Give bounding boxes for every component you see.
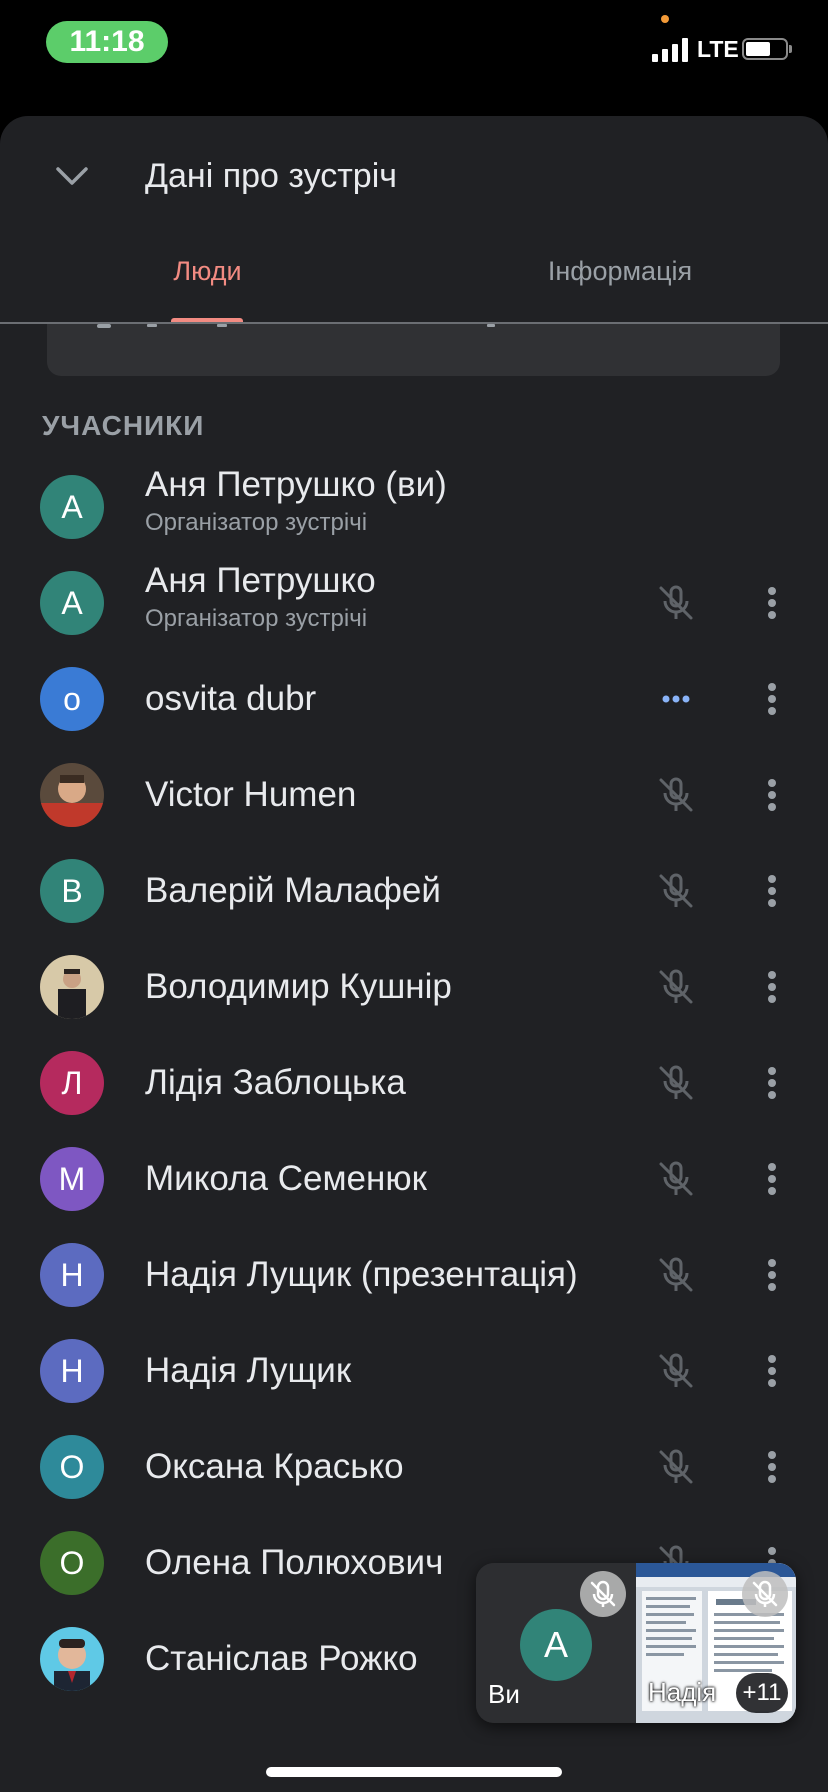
more-vert-icon[interactable] [748,579,796,627]
more-vert-icon[interactable] [748,1251,796,1299]
meeting-details-sheet: Дані про зустріч Люди Інформація УЧАСНИК… [0,116,828,1792]
more-vert-icon[interactable] [748,963,796,1011]
sheet-title: Дані про зустріч [145,157,397,195]
avatar: О [40,1531,104,1595]
participant-row[interactable]: Н Надія Лущик [0,1323,828,1419]
more-vert-icon[interactable] [748,867,796,915]
pip-presenter-label: Надія [648,1677,717,1707]
participant-name: Микола Семенюк [145,1159,427,1198]
more-vert-icon[interactable] [748,1059,796,1107]
avatar: Л [40,1051,104,1115]
more-vert-icon[interactable] [748,771,796,819]
pip-self-label: Ви [488,1679,520,1709]
pip-presenter-tile[interactable]: Надія +11 [636,1563,796,1723]
avatar: О [40,1435,104,1499]
participants-section-label: УЧАСНИКИ [42,410,205,441]
avatar: А [40,475,104,539]
status-time: 11:18 [46,21,168,63]
chevron-down-icon [56,167,88,185]
more-vert-icon[interactable] [748,1347,796,1395]
picture-in-picture[interactable]: A Ви Надія +11 [476,1563,796,1723]
mic-off-icon [652,771,700,819]
participant-row[interactable]: В Валерій Малафей [0,843,828,939]
participant-name: osvita dubr [145,679,317,718]
participant-name: Олена Полюхович [145,1543,444,1582]
avatar: Н [40,1243,104,1307]
participant-name: Володимир Кушнір [145,967,452,1006]
battery-icon [742,38,792,60]
search-field[interactable] [47,324,780,376]
participant-role: Організатор зустрічі [145,605,368,632]
participant-name: Аня Петрушко [145,561,376,600]
participant-row[interactable]: o osvita dubr [0,651,828,747]
mic-off-icon [652,1155,700,1203]
participant-row[interactable]: Н Надія Лущик (презентація) [0,1227,828,1323]
participant-row[interactable]: Володимир Кушнір [0,939,828,1035]
participant-name: Надія Лущик [145,1351,352,1390]
mic-off-icon [652,867,700,915]
mic-off-icon [580,1571,626,1617]
mic-off-icon [652,963,700,1011]
avatar: М [40,1147,104,1211]
speaking-dots-icon [652,675,700,723]
recording-indicator-icon [661,15,669,23]
participant-role: Організатор зустрічі [145,509,368,536]
mic-off-icon [652,1347,700,1395]
network-type-label: LTE [697,36,739,62]
participant-name: Станіслав Рожко [145,1639,418,1678]
participant-row[interactable]: О Оксана Красько [0,1419,828,1515]
home-indicator [266,1767,562,1777]
mic-off-icon [742,1571,788,1617]
mic-off-icon [652,1059,700,1107]
participant-row[interactable]: Victor Humen [0,747,828,843]
avatar: А [40,571,104,635]
more-vert-icon[interactable] [748,675,796,723]
more-vert-icon[interactable] [748,1443,796,1491]
avatar: Н [40,1339,104,1403]
mic-off-icon [652,1443,700,1491]
participant-name: Надія Лущик (презентація) [145,1255,578,1294]
tab-bar: Люди Інформація [0,241,828,325]
avatar [40,1627,104,1691]
signal-strength-icon [652,38,690,62]
sheet-header: Дані про зустріч [0,116,828,226]
mic-off-icon [652,1251,700,1299]
pip-self-avatar: A [520,1609,592,1681]
collapse-button[interactable] [48,152,96,200]
tab-people[interactable]: Люди [120,241,295,323]
participant-name: Валерій Малафей [145,871,441,910]
status-bar: 11:18 LTE [0,0,828,100]
participant-row[interactable]: М Микола Семенюк [0,1131,828,1227]
avatar: o [40,667,104,731]
avatar [40,763,104,827]
avatar: В [40,859,104,923]
tab-info[interactable]: Інформація [520,241,720,323]
participant-name: Оксана Красько [145,1447,404,1486]
participant-row[interactable]: А Аня Петрушко Організатор зустрічі [0,555,828,651]
more-vert-icon[interactable] [748,1155,796,1203]
participant-row[interactable]: А Аня Петрушко (ви) Організатор зустрічі [0,459,828,555]
participant-name: Victor Humen [145,775,357,814]
avatar [40,955,104,1019]
participant-row[interactable]: Л Лідія Заблоцька [0,1035,828,1131]
pip-self-tile[interactable]: A Ви [476,1563,636,1723]
mic-off-icon [652,579,700,627]
pip-extra-count[interactable]: +11 [736,1673,788,1713]
participant-name: Аня Петрушко (ви) [145,465,447,504]
participant-name: Лідія Заблоцька [145,1063,406,1102]
